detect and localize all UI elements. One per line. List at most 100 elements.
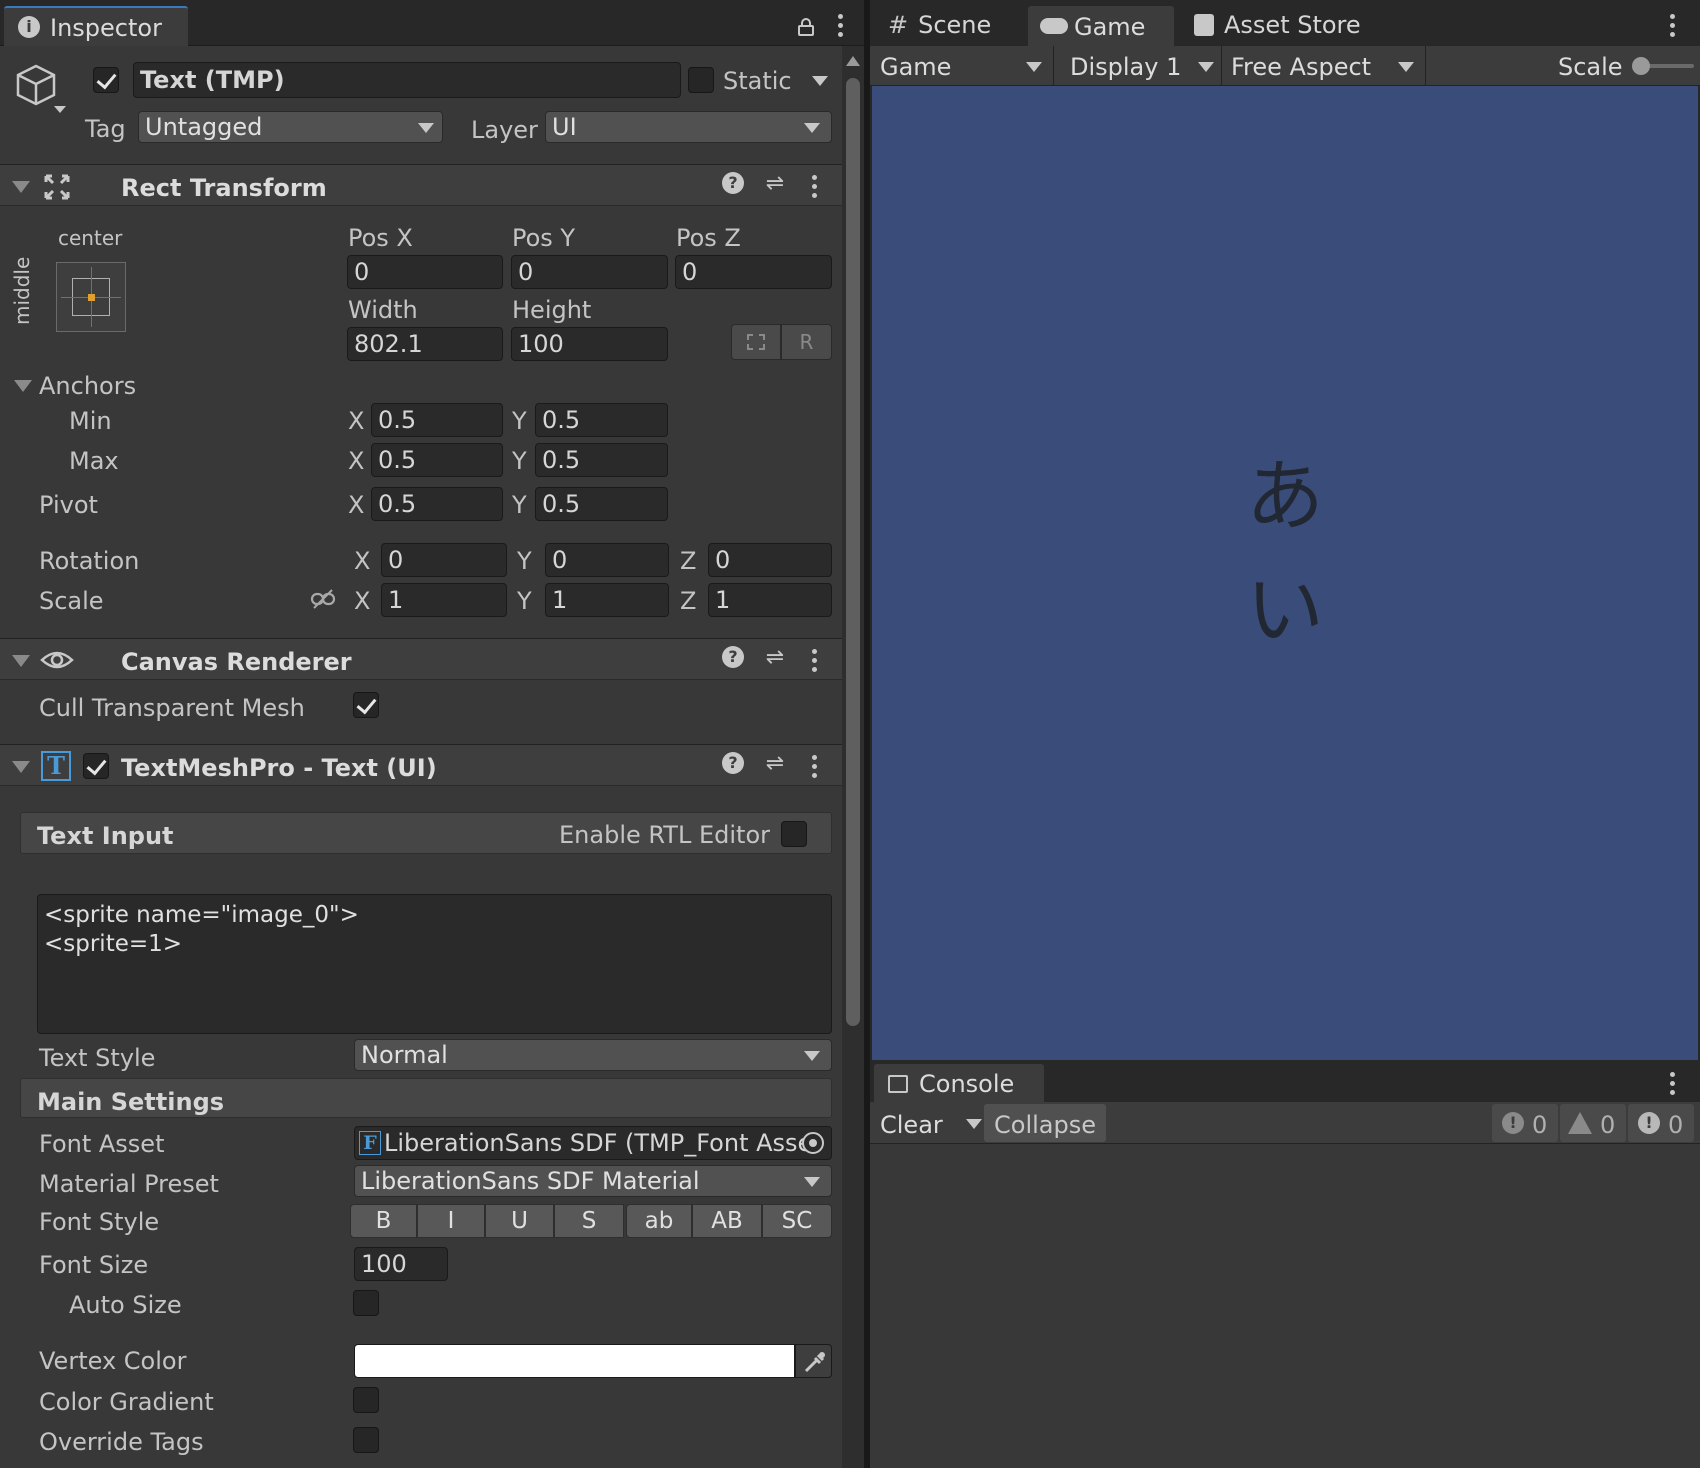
tab-inspector[interactable]: i Inspector bbox=[4, 6, 188, 46]
presets-icon[interactable]: ⇌ bbox=[762, 751, 788, 777]
width-label: Width bbox=[348, 296, 418, 324]
font-style-smallcaps-button[interactable]: SC bbox=[762, 1204, 832, 1238]
inspector-scrollbar[interactable] bbox=[842, 46, 864, 1468]
game-mode-dropdown[interactable]: Game bbox=[874, 46, 1054, 86]
help-icon[interactable]: ? bbox=[722, 646, 744, 668]
auto-size-checkbox[interactable] bbox=[353, 1290, 379, 1316]
display-dropdown[interactable]: Display 1 bbox=[1054, 46, 1222, 86]
color-gradient-checkbox[interactable] bbox=[353, 1387, 379, 1413]
scale-x-field[interactable]: 1 bbox=[381, 583, 507, 617]
lock-icon[interactable] bbox=[798, 14, 814, 36]
eyedropper-icon[interactable] bbox=[795, 1344, 832, 1378]
constrain-proportions-link-icon[interactable] bbox=[310, 588, 336, 610]
foldout-arrow-icon[interactable] bbox=[12, 761, 30, 773]
rect-transform-icon bbox=[44, 174, 70, 200]
console-clear-button[interactable]: Clear bbox=[876, 1102, 960, 1144]
scrollbar-thumb[interactable] bbox=[846, 78, 860, 1026]
anchor-max-x-field[interactable]: 0.5 bbox=[371, 443, 503, 477]
anchors-foldout-arrow-icon[interactable] bbox=[14, 380, 32, 392]
game-view[interactable]: あ い bbox=[872, 86, 1698, 1060]
aspect-dropdown[interactable]: Free Aspect bbox=[1222, 46, 1426, 86]
static-checkbox[interactable] bbox=[688, 67, 714, 93]
anchor-max-y-field[interactable]: 0.5 bbox=[535, 443, 668, 477]
foldout-arrow-icon[interactable] bbox=[12, 655, 30, 667]
tab-scene[interactable]: # Scene bbox=[888, 6, 991, 44]
scroll-up-arrow-icon[interactable] bbox=[846, 56, 860, 66]
vertex-color-swatch[interactable] bbox=[354, 1344, 795, 1378]
tab-console[interactable]: Console bbox=[874, 1064, 1044, 1102]
help-icon[interactable]: ? bbox=[722, 172, 744, 194]
width-field[interactable]: 802.1 bbox=[347, 327, 503, 361]
pos-x-label: Pos X bbox=[348, 224, 413, 252]
textmeshpro-enabled-checkbox[interactable] bbox=[83, 753, 109, 779]
font-style-bold-button[interactable]: B bbox=[350, 1204, 417, 1238]
textmeshpro-header[interactable]: T TextMeshPro - Text (UI) ? ⇌ bbox=[0, 744, 842, 786]
console-warning-toggle[interactable]: 0 bbox=[1560, 1104, 1626, 1142]
material-preset-dropdown[interactable]: LiberationSans SDF Material bbox=[354, 1165, 832, 1197]
font-style-italic-button[interactable]: I bbox=[417, 1204, 485, 1238]
layer-dropdown[interactable]: UI bbox=[545, 111, 832, 143]
anchor-min-y-field[interactable]: 0.5 bbox=[535, 403, 668, 437]
console-collapse-button[interactable]: Collapse bbox=[984, 1104, 1106, 1142]
rotation-y-field[interactable]: 0 bbox=[545, 543, 669, 577]
game-panel: # Scene Game Asset Store Game Display 1 … bbox=[870, 0, 1700, 1062]
console-menu-icon[interactable] bbox=[1670, 1072, 1676, 1096]
gameobject-active-checkbox[interactable] bbox=[93, 67, 119, 93]
foldout-arrow-icon[interactable] bbox=[12, 181, 30, 193]
presets-icon[interactable]: ⇌ bbox=[762, 645, 788, 671]
scale-slider[interactable] bbox=[1632, 57, 1694, 75]
font-asset-field[interactable]: F LiberationSans SDF (TMP_Font Asse bbox=[354, 1126, 832, 1160]
scale-z-field[interactable]: 1 bbox=[708, 583, 832, 617]
rect-transform-header[interactable]: Rect Transform ? ⇌ bbox=[0, 164, 842, 206]
component-menu-icon[interactable] bbox=[812, 755, 818, 779]
console-log-toggle[interactable]: ! 0 bbox=[1492, 1104, 1558, 1142]
blueprint-mode-button[interactable] bbox=[731, 324, 781, 360]
tab-asset-store[interactable]: Asset Store bbox=[1194, 6, 1361, 44]
raw-edit-button[interactable]: R bbox=[781, 324, 832, 360]
console-clear-options-caret-icon[interactable] bbox=[966, 1119, 982, 1129]
pivot-y-field[interactable]: 0.5 bbox=[535, 487, 668, 521]
static-dropdown-caret-icon[interactable] bbox=[812, 76, 828, 86]
tab-game[interactable]: Game bbox=[1028, 6, 1174, 46]
canvas-renderer-header[interactable]: Canvas Renderer ? ⇌ bbox=[0, 638, 842, 680]
anchor-min-x-field[interactable]: 0.5 bbox=[371, 403, 503, 437]
gamepad-icon bbox=[1040, 18, 1068, 34]
scale-y-field[interactable]: 1 bbox=[545, 583, 669, 617]
font-style-underline-button[interactable]: U bbox=[485, 1204, 554, 1238]
panel-divider[interactable] bbox=[864, 0, 870, 1468]
pivot-label: Pivot bbox=[39, 491, 98, 519]
auto-size-label: Auto Size bbox=[69, 1291, 182, 1319]
rotation-z-field[interactable]: 0 bbox=[708, 543, 832, 577]
presets-icon[interactable]: ⇌ bbox=[762, 171, 788, 197]
height-field[interactable]: 100 bbox=[511, 327, 668, 361]
inspector-panel: i Inspector Text (TMP) Static Tag Untagg… bbox=[0, 0, 864, 1468]
font-style-uppercase-button[interactable]: AB bbox=[692, 1204, 762, 1238]
pivot-x-field[interactable]: 0.5 bbox=[371, 487, 503, 521]
component-menu-icon[interactable] bbox=[812, 175, 818, 199]
object-picker-icon[interactable] bbox=[802, 1132, 824, 1154]
rotation-x-field[interactable]: 0 bbox=[381, 543, 507, 577]
help-icon[interactable]: ? bbox=[722, 752, 744, 774]
scale-slider-thumb[interactable] bbox=[1632, 57, 1650, 75]
text-style-dropdown[interactable]: Normal bbox=[354, 1039, 832, 1071]
inspector-menu-icon[interactable] bbox=[838, 14, 844, 38]
cull-transparent-mesh-checkbox[interactable] bbox=[353, 692, 379, 718]
font-style-strikethrough-button[interactable]: S bbox=[554, 1204, 624, 1238]
text-input-area[interactable]: <sprite name="image_0"> <sprite=1> bbox=[37, 894, 832, 1034]
pos-y-field[interactable]: 0 bbox=[511, 255, 668, 289]
tag-dropdown[interactable]: Untagged bbox=[138, 111, 443, 143]
game-panel-menu-icon[interactable] bbox=[1670, 14, 1676, 38]
pos-x-field[interactable]: 0 bbox=[347, 255, 503, 289]
anchors-label[interactable]: Anchors bbox=[39, 374, 136, 398]
override-tags-checkbox[interactable] bbox=[353, 1427, 379, 1453]
font-size-field[interactable]: 100 bbox=[354, 1247, 448, 1281]
anchor-presets-button[interactable] bbox=[56, 262, 126, 332]
font-style-lowercase-button[interactable]: ab bbox=[626, 1204, 692, 1238]
gameobject-name-field[interactable]: Text (TMP) bbox=[133, 62, 681, 98]
component-menu-icon[interactable] bbox=[812, 649, 818, 673]
console-error-toggle[interactable]: ! 0 bbox=[1628, 1104, 1694, 1142]
console-log-area[interactable] bbox=[870, 1145, 1700, 1468]
font-style-label: Font Style bbox=[39, 1208, 160, 1236]
enable-rtl-editor-checkbox[interactable] bbox=[781, 821, 807, 847]
pos-z-field[interactable]: 0 bbox=[675, 255, 832, 289]
